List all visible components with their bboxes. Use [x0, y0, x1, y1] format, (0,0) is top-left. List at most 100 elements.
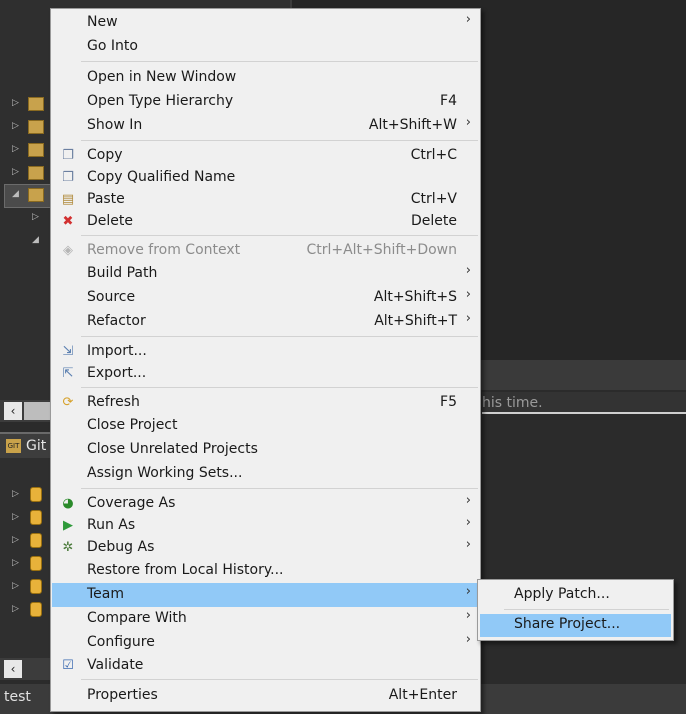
menu-item-label: Coverage As: [87, 495, 176, 511]
repository-icon: [30, 579, 42, 594]
expand-arrow-icon[interactable]: ▷: [12, 558, 19, 568]
menu-item-close-unrelated-projects[interactable]: Close Unrelated Projects: [52, 439, 479, 461]
chevron-right-icon: ›: [465, 493, 471, 508]
expand-arrow-icon[interactable]: ▷: [12, 121, 19, 131]
menu-item-open-in-new-window[interactable]: Open in New Window: [52, 67, 479, 89]
debug-icon: ✲: [62, 540, 74, 555]
menu-item-build-path[interactable]: Build Path ›: [52, 263, 479, 285]
expand-arrow-icon[interactable]: ▷: [32, 212, 39, 222]
menu-separator: [504, 609, 669, 610]
menu-item-open-type-hierarchy[interactable]: Open Type Hierarchy F4: [52, 91, 479, 113]
menu-item-label: New: [87, 14, 118, 30]
menu-separator: [81, 140, 478, 141]
menu-item-refresh[interactable]: ⟳ Refresh F5: [52, 392, 479, 414]
repository-icon: [30, 487, 42, 502]
expand-arrow-icon[interactable]: ▷: [12, 144, 19, 154]
menu-item-coverage-as[interactable]: ◕ Coverage As ›: [52, 493, 479, 515]
git-repositories-panel: ▷ ▷ ▷ ▷ ▷ ▷: [0, 458, 52, 658]
menu-item-close-project[interactable]: Close Project: [52, 415, 479, 437]
menu-item-shortcut: Alt+Shift+S: [373, 289, 457, 305]
menu-item-label: Open Type Hierarchy: [87, 93, 234, 109]
menu-item-show-in[interactable]: Show In Alt+Shift+W ›: [52, 115, 479, 137]
import-icon: ⇲: [62, 344, 74, 359]
menu-item-label: Go Into: [87, 38, 138, 54]
chevron-right-icon: ›: [465, 263, 471, 278]
menu-item-label: Apply Patch...: [514, 586, 610, 602]
remove-context-icon: ◈: [63, 243, 73, 258]
menu-item-label: Properties: [87, 687, 158, 703]
chevron-right-icon: ›: [465, 608, 471, 623]
validate-check-icon: ☑: [62, 658, 74, 673]
menu-item-label: Restore from Local History...: [87, 562, 284, 578]
menu-item-shortcut: Ctrl+C: [410, 147, 457, 163]
menu-item-import[interactable]: ⇲ Import...: [52, 341, 479, 363]
menu-item-go-into[interactable]: Go Into: [52, 36, 479, 58]
menu-item-label: Validate: [87, 657, 144, 673]
menu-item-delete[interactable]: ✖ Delete Delete: [52, 211, 479, 233]
menu-item-copy[interactable]: ❐ Copy Ctrl+C: [52, 145, 479, 167]
menu-item-source[interactable]: Source Alt+Shift+S ›: [52, 287, 479, 309]
menu-item-shortcut: F4: [440, 93, 457, 109]
menu-item-label: Copy: [87, 147, 123, 163]
menu-item-compare-with[interactable]: Compare With ›: [52, 608, 479, 630]
repository-icon: [30, 602, 42, 617]
menu-item-restore-from-local-history[interactable]: Restore from Local History...: [52, 560, 479, 582]
menu-item-refactor[interactable]: Refactor Alt+Shift+T ›: [52, 311, 479, 333]
expand-arrow-icon[interactable]: ▷: [12, 167, 19, 177]
expand-arrow-icon[interactable]: ▷: [12, 489, 19, 499]
scroll-left-icon[interactable]: ‹: [4, 402, 22, 420]
menu-item-label: Copy Qualified Name: [87, 169, 236, 185]
copy-icon: ❐: [62, 148, 74, 163]
project-icon: [28, 120, 44, 134]
chevron-right-icon: ›: [465, 632, 471, 647]
menu-item-shortcut: Alt+Enter: [388, 687, 457, 703]
menu-item-label: Configure: [87, 634, 155, 650]
horizontal-scrollbar[interactable]: ‹: [0, 658, 52, 680]
menu-item-label: Paste: [87, 191, 125, 207]
menu-item-copy-qualified-name[interactable]: ❐ Copy Qualified Name: [52, 167, 479, 189]
menu-item-configure[interactable]: Configure ›: [52, 632, 479, 654]
chevron-right-icon: ›: [465, 515, 471, 530]
menu-item-shortcut: Alt+Shift+W: [368, 117, 457, 133]
menu-item-shortcut: Alt+Shift+T: [374, 313, 457, 329]
submenu-item-share-project[interactable]: Share Project...: [480, 614, 671, 637]
expand-arrow-icon[interactable]: ▷: [12, 581, 19, 591]
submenu-item-apply-patch[interactable]: Apply Patch...: [480, 584, 671, 606]
expand-arrow-icon[interactable]: ▷: [12, 604, 19, 614]
delete-icon: ✖: [62, 214, 74, 229]
status-text: test: [4, 689, 31, 705]
menu-item-label: Assign Working Sets...: [87, 465, 243, 481]
repository-icon: [30, 510, 42, 525]
scrollbar-thumb[interactable]: [24, 402, 52, 420]
refresh-icon: ⟳: [62, 395, 74, 410]
menu-item-debug-as[interactable]: ✲ Debug As ›: [52, 537, 479, 559]
scroll-left-icon[interactable]: ‹: [4, 660, 22, 678]
menu-item-label: Source: [87, 289, 136, 305]
collapse-arrow-icon[interactable]: ◢: [32, 235, 39, 245]
menu-item-new[interactable]: New ›: [52, 12, 479, 34]
chevron-right-icon: ›: [465, 584, 471, 599]
menu-item-paste[interactable]: ▤ Paste Ctrl+V: [52, 189, 479, 211]
menu-item-label: Open in New Window: [87, 69, 237, 85]
collapse-arrow-icon[interactable]: ◢: [12, 189, 19, 199]
expand-arrow-icon[interactable]: ▷: [12, 512, 19, 522]
menu-item-shortcut: Delete: [411, 213, 457, 229]
menu-item-properties[interactable]: Properties Alt+Enter: [52, 685, 479, 707]
chevron-right-icon: ›: [465, 311, 471, 326]
paste-icon: ▤: [61, 192, 75, 207]
menu-item-run-as[interactable]: ▶ Run As ›: [52, 515, 479, 537]
menu-separator: [81, 61, 478, 62]
expand-arrow-icon[interactable]: ▷: [12, 535, 19, 545]
menu-item-export[interactable]: ⇱ Export...: [52, 363, 479, 385]
menu-item-label: Close Project: [87, 417, 178, 433]
menu-item-assign-working-sets[interactable]: Assign Working Sets...: [52, 463, 479, 485]
git-view-tab[interactable]: GIT Git: [0, 432, 52, 460]
menu-item-validate[interactable]: ☑ Validate: [52, 655, 479, 677]
menu-item-shortcut: Ctrl+V: [410, 191, 457, 207]
expand-arrow-icon[interactable]: ▷: [12, 98, 19, 108]
chevron-right-icon: ›: [465, 287, 471, 302]
menu-item-label: Refactor: [87, 313, 146, 329]
menu-item-team[interactable]: Team ›: [52, 583, 479, 607]
menu-item-label: Delete: [87, 213, 133, 229]
project-icon: [28, 143, 44, 157]
